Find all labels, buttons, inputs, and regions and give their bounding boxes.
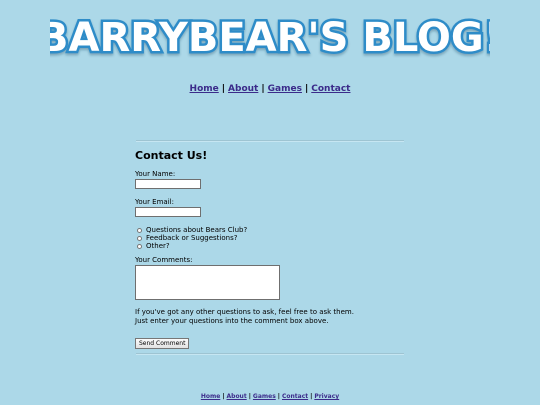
contact-help-line-2: Just enter your questions into the comme… (135, 317, 329, 325)
topic-radio-group: Questions about Bears Club? Feedback or … (135, 226, 415, 250)
top-nav-separator: | (261, 84, 265, 94)
comments-textarea[interactable] (135, 265, 280, 300)
footer-separator: | (248, 393, 251, 400)
email-input[interactable] (135, 207, 201, 217)
top-nav-home-link[interactable]: Home (190, 84, 219, 94)
footer-games-link[interactable]: Games (253, 393, 276, 400)
topic-option-other[interactable]: Other? (137, 242, 415, 250)
top-nav-contact-link[interactable]: Contact (311, 84, 350, 94)
footer-separator: | (310, 393, 313, 400)
radio-questions-label: Questions about Bears Club? (146, 226, 248, 234)
contact-help-text: If you've got any other questions to ask… (135, 308, 415, 326)
radio-feedback-or-suggestions[interactable] (137, 235, 142, 241)
name-input[interactable] (135, 179, 201, 189)
contact-title: Contact Us! (135, 149, 208, 162)
site-logo[interactable]: BARRYBEAR'S BLOG! (50, 8, 490, 68)
top-navigation: Home | About | Games | Contact (0, 84, 540, 94)
top-nav-separator: | (304, 84, 309, 94)
footer-separator: | (277, 393, 280, 400)
topic-option-questions[interactable]: Questions about Bears Club? (137, 226, 415, 234)
send-comment-button[interactable]: Send Comment (135, 338, 190, 349)
footer-privacy-link[interactable]: Privacy (314, 393, 339, 400)
top-divider (136, 140, 404, 142)
comments-label: Your Comments: (135, 256, 193, 264)
top-nav-games-link[interactable]: Games (268, 84, 302, 94)
bottom-divider (136, 353, 404, 355)
footer-contact-link[interactable]: Contact (282, 393, 308, 400)
radio-other[interactable] (137, 243, 142, 249)
top-nav-separator: | (221, 84, 226, 94)
footer-navigation: Home | About | Games | Contact | Privacy (0, 393, 540, 400)
site-logo-graphic: BARRYBEAR'S BLOG! (50, 13, 490, 64)
contact-form: Contact Us! Your Name: Your Email: Quest… (135, 149, 415, 349)
radio-other-label: Other? (146, 242, 170, 250)
footer-about-link[interactable]: About (227, 393, 247, 400)
contact-help-line-1: If you've got any other questions to ask… (135, 308, 354, 316)
name-label: Your Name: (135, 170, 176, 178)
footer-separator: | (222, 393, 225, 400)
top-nav-about-link[interactable]: About (228, 84, 258, 94)
site-logo-text: BARRYBEAR'S BLOG! (50, 15, 490, 61)
radio-feedback-label: Feedback or Suggestions? (146, 234, 238, 242)
topic-option-feedback[interactable]: Feedback or Suggestions? (137, 234, 415, 242)
email-label: Your Email: (135, 198, 174, 206)
radio-questions-about-bears-club[interactable] (137, 227, 142, 233)
footer-home-link[interactable]: Home (201, 393, 220, 400)
